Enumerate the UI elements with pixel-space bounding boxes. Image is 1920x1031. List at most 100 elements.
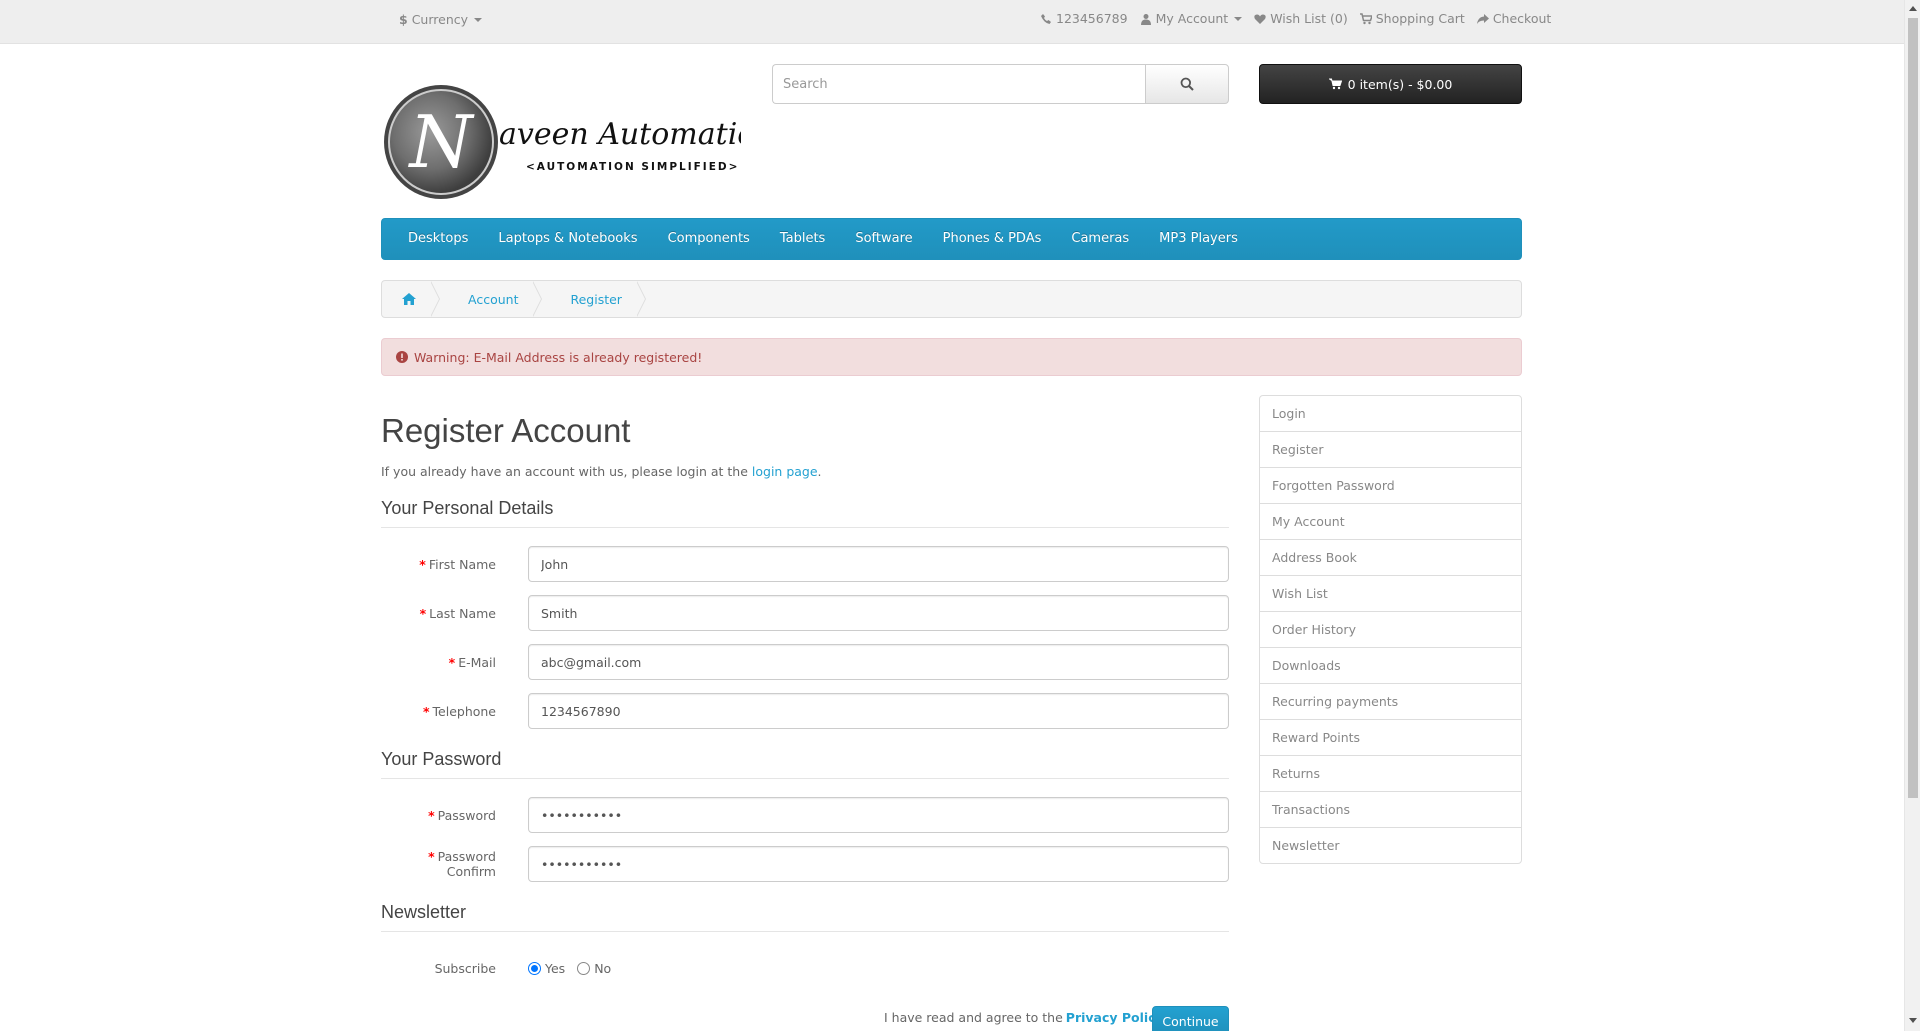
- cart-total: 0 item(s) - $0.00: [1347, 76, 1453, 92]
- subscribe-no-option[interactable]: No: [577, 961, 611, 976]
- subscribe-no-radio[interactable]: [577, 961, 591, 975]
- heart-icon: [1254, 14, 1266, 24]
- menu-item-tablets[interactable]: Tablets: [765, 218, 841, 260]
- password-row: * Password: [381, 797, 1229, 833]
- subscribe-yes-label: Yes: [545, 960, 566, 976]
- sidebar-item-register[interactable]: Register: [1259, 431, 1522, 468]
- wish-list-link[interactable]: Wish List (0): [1254, 11, 1348, 26]
- personal-details-legend: Your Personal Details: [381, 498, 1229, 528]
- sidebar-item-forgotten-password[interactable]: Forgotten Password: [1259, 467, 1522, 504]
- email-label: * E-Mail: [448, 654, 496, 670]
- sidebar-item-my-account[interactable]: My Account: [1259, 503, 1522, 540]
- password-field[interactable]: [528, 797, 1229, 833]
- phone-link[interactable]: 123456789: [1040, 11, 1128, 26]
- firstname-field[interactable]: [528, 546, 1229, 582]
- breadcrumb-account[interactable]: Account: [440, 281, 543, 317]
- logo-letter: N: [408, 100, 476, 184]
- telephone-field[interactable]: [528, 693, 1229, 729]
- sidebar-item-returns[interactable]: Returns: [1259, 755, 1522, 792]
- logo-text: aveen Automation Labs: [499, 117, 741, 152]
- cart-icon: [1328, 78, 1342, 90]
- breadcrumb-register[interactable]: Register: [542, 281, 647, 317]
- top-bar: $ Currency 123456789 My Account Wish Lis…: [0, 0, 1904, 44]
- subscribe-yes-radio[interactable]: [528, 961, 541, 975]
- firstname-label-text: First Name: [428, 556, 496, 572]
- sidebar-item-login[interactable]: Login: [1259, 395, 1522, 432]
- email-row: * E-Mail: [381, 644, 1229, 680]
- privacy-policy-link[interactable]: Privacy Policy: [1066, 1010, 1164, 1025]
- continue-button[interactable]: Continue: [1152, 1006, 1229, 1031]
- breadcrumb: Account Register: [381, 280, 1522, 318]
- intro-text: If you already have an account with us, …: [381, 464, 822, 479]
- email-label-text: E-Mail: [458, 654, 496, 670]
- firstname-label: * First Name: [419, 556, 496, 572]
- search-input[interactable]: [772, 64, 1145, 104]
- breadcrumb-home[interactable]: [382, 281, 440, 317]
- menu-item-software[interactable]: Software: [840, 218, 927, 260]
- menu-item-components[interactable]: Components: [653, 218, 765, 260]
- intro-prefix: If you already have an account with us, …: [381, 464, 752, 479]
- wish-list-label: Wish List (0): [1270, 11, 1348, 26]
- scroll-up-icon[interactable]: [1909, 6, 1917, 11]
- currency-label: Currency: [411, 12, 469, 27]
- subscribe-yes-option[interactable]: Yes: [528, 961, 565, 976]
- checkout-link[interactable]: Checkout: [1476, 11, 1552, 26]
- shopping-cart-label: Shopping Cart: [1375, 11, 1465, 26]
- password-confirm-row: * Password Confirm: [381, 846, 1229, 882]
- share-icon: [1476, 13, 1489, 24]
- menu-item-laptops[interactable]: Laptops & Notebooks: [483, 218, 652, 260]
- password-label: * Password: [428, 807, 496, 823]
- currency-dropdown[interactable]: $ Currency: [399, 12, 483, 27]
- page-title: Register Account: [381, 412, 631, 449]
- menu-item-cameras[interactable]: Cameras: [1056, 218, 1144, 260]
- warning-text: Warning: E-Mail Address is already regis…: [414, 349, 703, 365]
- lastname-label-text: Last Name: [429, 605, 496, 621]
- logo-image: N aveen Automation Labs <AUTOMATION SIMP…: [384, 85, 857, 199]
- password-confirm-label: * Password Confirm: [428, 849, 496, 879]
- account-sidebar: Login Register Forgotten Password My Acc…: [1259, 395, 1522, 864]
- email-field[interactable]: [528, 644, 1229, 680]
- sidebar-item-recurring-payments[interactable]: Recurring payments: [1259, 683, 1522, 720]
- sidebar-item-address-book[interactable]: Address Book: [1259, 539, 1522, 576]
- phone-number: 123456789: [1056, 11, 1128, 26]
- password-confirm-field[interactable]: [528, 846, 1229, 882]
- warning-alert: Warning: E-Mail Address is already regis…: [381, 338, 1522, 376]
- search-bar: [772, 64, 1229, 104]
- page-scrollbar[interactable]: [1904, 0, 1920, 1031]
- menu-item-mp3[interactable]: MP3 Players: [1144, 218, 1253, 260]
- menu-item-phones[interactable]: Phones & PDAs: [928, 218, 1057, 260]
- checkout-label: Checkout: [1492, 11, 1552, 26]
- scroll-down-icon[interactable]: [1909, 1018, 1917, 1023]
- my-account-dropdown[interactable]: My Account: [1140, 11, 1243, 26]
- password-legend: Your Password: [381, 749, 1229, 779]
- lastname-label: * Last Name: [419, 605, 496, 621]
- login-page-link[interactable]: login page: [752, 464, 818, 479]
- shopping-cart-link[interactable]: Shopping Cart: [1359, 11, 1465, 26]
- firstname-row: * First Name: [381, 546, 1229, 582]
- subscribe-row: Subscribe Yes No: [381, 958, 1229, 978]
- sidebar-item-newsletter[interactable]: Newsletter: [1259, 827, 1522, 864]
- search-icon: [1180, 77, 1194, 91]
- my-account-label: My Account: [1155, 11, 1229, 26]
- search-button[interactable]: [1145, 64, 1229, 104]
- user-icon: [1140, 13, 1151, 25]
- sidebar-item-transactions[interactable]: Transactions: [1259, 791, 1522, 828]
- sidebar-item-downloads[interactable]: Downloads: [1259, 647, 1522, 684]
- subscribe-no-label: No: [594, 960, 612, 976]
- cart-icon: [1359, 12, 1372, 24]
- subscribe-label: Subscribe: [434, 960, 496, 976]
- home-icon: [402, 293, 416, 305]
- lastname-field[interactable]: [528, 595, 1229, 631]
- telephone-label: * Telephone: [422, 703, 496, 719]
- sidebar-item-wish-list[interactable]: Wish List: [1259, 575, 1522, 612]
- menu-item-desktops[interactable]: Desktops: [393, 218, 483, 260]
- password-label-text: Password: [437, 807, 496, 823]
- sidebar-item-reward-points[interactable]: Reward Points: [1259, 719, 1522, 756]
- password-confirm-label-text: Password Confirm: [437, 849, 496, 879]
- cart-button[interactable]: 0 item(s) - $0.00: [1259, 64, 1522, 104]
- top-links: 123456789 My Account Wish List (0) Shopp…: [1040, 11, 1551, 26]
- sidebar-item-order-history[interactable]: Order History: [1259, 611, 1522, 648]
- site-logo[interactable]: N aveen Automation Labs <AUTOMATION SIMP…: [381, 82, 857, 202]
- main-menu: Desktops Laptops & Notebooks Components …: [381, 218, 1522, 260]
- scroll-thumb[interactable]: [1908, 18, 1918, 798]
